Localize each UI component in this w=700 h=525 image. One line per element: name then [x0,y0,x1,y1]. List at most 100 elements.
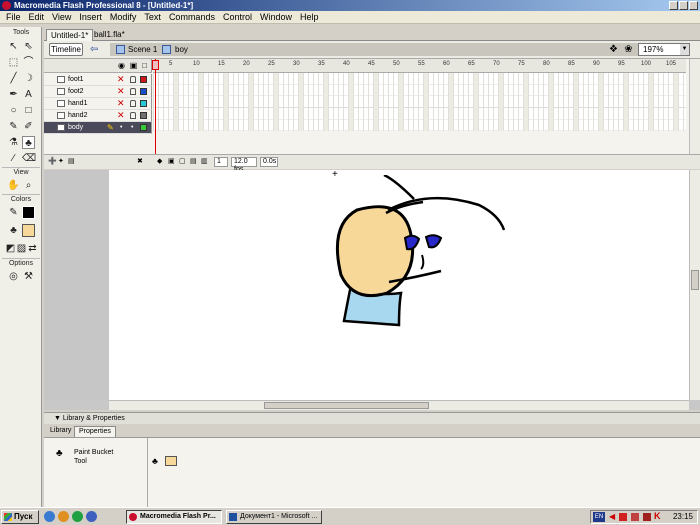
free-transform-tool-icon[interactable]: ⬚ [7,56,20,69]
layer-row-hand2[interactable]: hand2 ✕ [44,110,152,122]
menu-control[interactable]: Control [219,11,256,24]
menu-modify[interactable]: Modify [106,11,141,24]
pasteboard[interactable] [44,170,109,400]
fill-color-swatch[interactable] [165,456,177,466]
eyedropper-tool-icon[interactable]: ∕ [7,152,20,165]
language-indicator[interactable]: EN [593,512,605,522]
pen-tool-icon[interactable]: ✒ [7,88,20,101]
zoom-select[interactable]: 197% ▼ [638,43,690,56]
gradient-transform-tool-icon[interactable]: ☽ [22,72,35,85]
lock-icon[interactable]: ▣ [129,61,138,70]
delete-layer-icon[interactable]: ✖ [137,157,143,167]
eraser-tool-icon[interactable]: ⌫ [22,152,36,165]
layer-row-foot1[interactable]: foot1 ✕ [44,74,152,86]
stage-vertical-scrollbar[interactable] [689,170,700,400]
paint-bucket-tool-icon[interactable]: ♣ [22,136,35,149]
center-frame-icon[interactable]: ◆ [157,157,162,167]
frame-ruler[interactable]: 5 10 15 20 25 30 35 40 45 50 55 60 65 70… [153,59,686,73]
oval-tool-icon[interactable]: ○ [7,104,20,117]
kaspersky-icon[interactable]: K [654,511,661,521]
frames-grid[interactable] [153,73,686,131]
layer-color-swatch[interactable] [140,100,147,107]
tray-arrow-icon[interactable]: ◀ [609,512,615,521]
lock-icon[interactable] [130,76,136,83]
stage-vertical-thumb[interactable] [691,270,699,290]
onion-skin-icon[interactable]: ▣ [168,157,175,167]
stage-horizontal-scrollbar[interactable] [109,400,689,410]
task-flash[interactable]: Macromedia Flash Pr... [126,510,222,524]
text-tool-icon[interactable]: A [22,88,35,101]
lock-icon[interactable] [130,88,136,95]
edit-symbols-icon[interactable]: ❀ [622,43,635,56]
eye-icon[interactable]: ◉ [117,61,126,70]
layer-row-hand1[interactable]: hand1 ✕ [44,98,152,110]
insert-folder-icon[interactable]: ▤ [68,157,75,167]
playhead-handle[interactable] [152,60,159,70]
edit-multiple-frames-icon[interactable]: ▤ [190,157,197,167]
menu-edit[interactable]: Edit [25,11,49,24]
maximize-button[interactable] [679,1,688,10]
ie-icon[interactable] [44,511,55,522]
fill-color-swatch[interactable] [22,224,35,237]
menu-file[interactable]: File [2,11,25,24]
outline-icon[interactable]: □ [140,61,149,70]
media-icon[interactable] [86,511,97,522]
selection-tool-icon[interactable]: ↖ [7,40,20,53]
layer-color-swatch[interactable] [140,88,147,95]
menu-text[interactable]: Text [140,11,165,24]
timeline-toggle-button[interactable]: Timeline [49,43,83,56]
breadcrumb-symbol[interactable]: boy [175,43,188,56]
menu-commands[interactable]: Commands [165,11,219,24]
chevron-down-icon[interactable]: ▼ [54,415,63,422]
insert-layer-icon[interactable]: ➕ [48,157,57,167]
unlocked-dot-icon[interactable]: • [131,122,133,133]
brush-tool-icon[interactable]: ✐ [22,120,35,133]
rectangle-tool-icon[interactable]: □ [22,104,35,117]
menu-view[interactable]: View [48,11,75,24]
stage-horizontal-thumb[interactable] [264,402,429,409]
layer-row-foot2[interactable]: foot2 ✕ [44,86,152,98]
swap-colors-icon[interactable]: ⇄ [26,242,39,255]
fill-color-icon[interactable]: ♣ [7,224,20,237]
hidden-x-icon[interactable]: ✕ [117,74,125,85]
visible-dot-icon[interactable]: • [120,122,122,133]
menu-help[interactable]: Help [296,11,323,24]
hand-tool-icon[interactable]: ✋ [7,179,20,192]
layer-color-swatch[interactable] [140,76,147,83]
breadcrumb-scene[interactable]: Scene 1 [128,43,157,56]
close-button[interactable] [689,1,698,10]
lock-icon[interactable] [130,112,136,119]
lock-icon[interactable] [130,100,136,107]
frame-rate[interactable]: 12.0 fps [231,157,257,173]
lasso-tool-icon[interactable]: ⌒ [22,56,35,69]
tray-app-icon[interactable] [643,513,651,521]
hidden-x-icon[interactable]: ✕ [117,98,125,109]
layer-color-swatch[interactable] [140,124,147,131]
properties-panel-header[interactable]: ▼ Library & Properties [44,412,700,424]
minimize-button[interactable] [669,1,678,10]
tab-library[interactable]: Library [46,426,75,437]
pencil-tool-icon[interactable]: ✎ [7,120,20,133]
stage-canvas[interactable]: + [109,170,689,400]
boy-character-drawing[interactable] [289,175,549,335]
menu-window[interactable]: Window [256,11,296,24]
tray-app-icon[interactable] [619,513,627,521]
task-word[interactable]: Документ1 - Microsoft ... [226,510,322,524]
subselection-tool-icon[interactable]: ⇖ [22,40,35,53]
gap-size-icon[interactable]: ◎ [7,270,20,283]
onion-outlines-icon[interactable]: ▢ [179,157,186,167]
stroke-color-icon[interactable]: ✎ [7,206,20,219]
stroke-color-swatch[interactable] [22,206,35,219]
layer-row-body[interactable]: body ✎ • • [44,122,152,134]
modify-onion-markers-icon[interactable]: ▥ [201,157,208,167]
line-tool-icon[interactable]: ╱ [7,72,20,85]
back-arrow-icon[interactable]: ⇦ [90,43,104,56]
edit-scene-icon[interactable]: ❖ [607,43,620,56]
timeline-vertical-scrollbar[interactable] [689,59,700,154]
desktop-icon[interactable] [72,511,83,522]
start-button[interactable]: Пуск [1,510,39,524]
layer-color-swatch[interactable] [140,112,147,119]
menu-insert[interactable]: Insert [75,11,106,24]
tray-app-icon[interactable] [631,513,639,521]
tab-ball1[interactable]: ball1.fla* [90,29,129,41]
